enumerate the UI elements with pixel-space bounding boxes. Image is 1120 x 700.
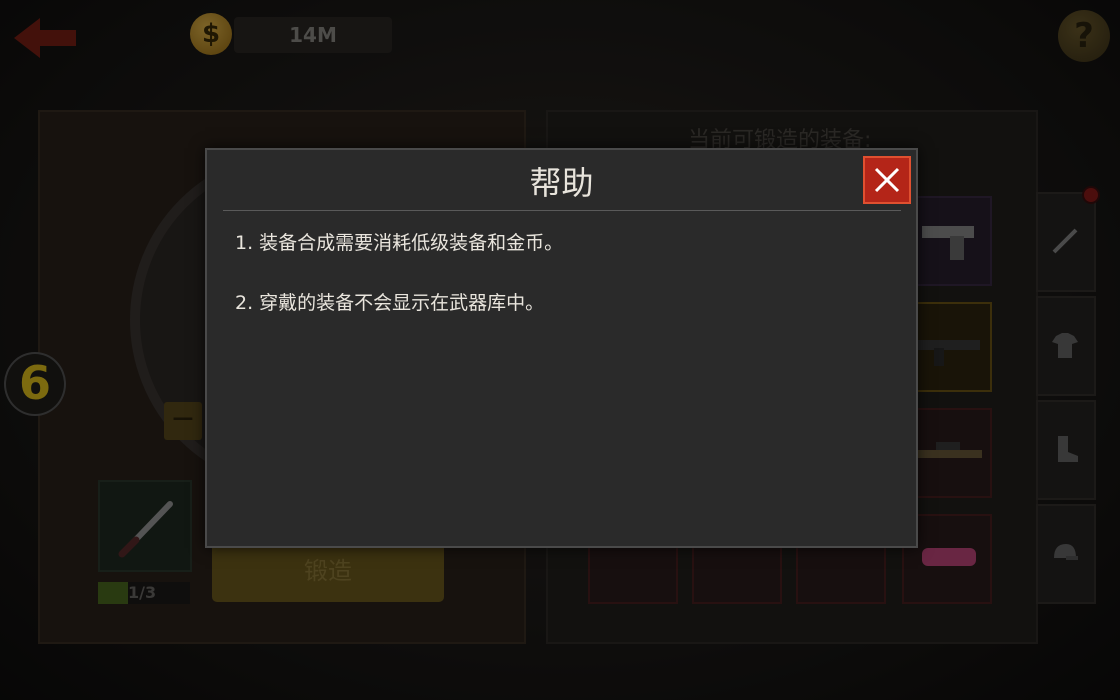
help-dialog: 帮助 1. 装备合成需要消耗低级装备和金币。 2. 穿戴的装备不会显示在武器库中… — [205, 148, 918, 548]
dialog-title: 帮助 — [529, 164, 594, 202]
close-button[interactable] — [863, 156, 911, 204]
help-line-2: 2. 穿戴的装备不会显示在武器库中。 — [235, 292, 545, 314]
close-icon — [874, 167, 900, 193]
help-line-1: 1. 装备合成需要消耗低级装备和金币。 — [235, 232, 564, 254]
dialog-divider — [223, 210, 901, 211]
